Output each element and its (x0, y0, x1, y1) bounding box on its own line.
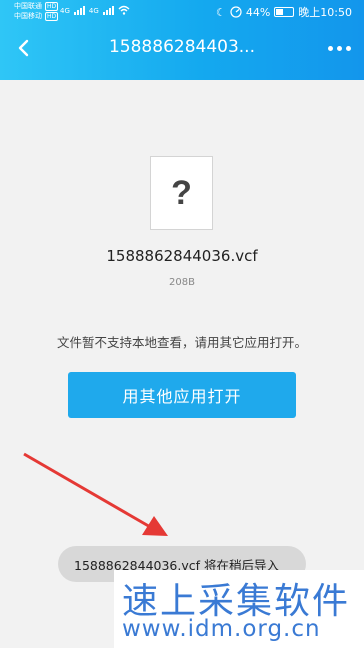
page-title: 158886284403... (108, 37, 255, 57)
carrier-info: 中国联通 HD 中国移动 HD (14, 1, 59, 21)
wifi-icon (118, 5, 130, 15)
moon-icon: ☾ (215, 5, 226, 19)
status-right: ☾ 44% 晚上10:50 (216, 4, 352, 20)
unknown-file-icon: ? (150, 156, 213, 230)
clock: 晚上10:50 (298, 6, 352, 19)
watermark-url: www.idm.org.cn (122, 616, 321, 642)
nav-bar: 158886284403... (0, 26, 364, 72)
signal-icon (73, 6, 85, 15)
top-bar: 中国联通 HD 中国移动 HD 4G 4G ☾ 44% 晚上10:50 1588… (0, 0, 364, 80)
hd-badge: HD (45, 11, 59, 21)
file-size: 208B (169, 277, 195, 288)
battery-percent: 44% (245, 5, 271, 19)
network-type-2: 4G (88, 7, 99, 15)
more-options-icon[interactable] (328, 40, 354, 56)
status-bar: 中国联通 HD 中国移动 HD 4G 4G ☾ 44% 晚上10:50 (0, 0, 364, 22)
carrier-1: 中国联通 (14, 2, 42, 10)
file-name: 1588862844036.vcf (106, 247, 258, 265)
speed-gauge-icon (230, 6, 242, 18)
battery-icon (274, 7, 295, 17)
signal-icon (102, 6, 114, 15)
back-arrow-icon[interactable] (8, 32, 40, 64)
unsupported-notice: 文件暂不支持本地查看，请用其它应用打开。 (56, 335, 307, 350)
signal-area: 4G 4G (60, 5, 130, 15)
carrier-2: 中国移动 (14, 12, 42, 20)
open-with-other-app-button[interactable]: 用其他应用打开 (68, 372, 296, 418)
watermark: 速上采集软件 www.idm.org.cn (114, 570, 364, 648)
hd-badge: HD (45, 1, 59, 11)
network-type-1: 4G (60, 7, 70, 15)
